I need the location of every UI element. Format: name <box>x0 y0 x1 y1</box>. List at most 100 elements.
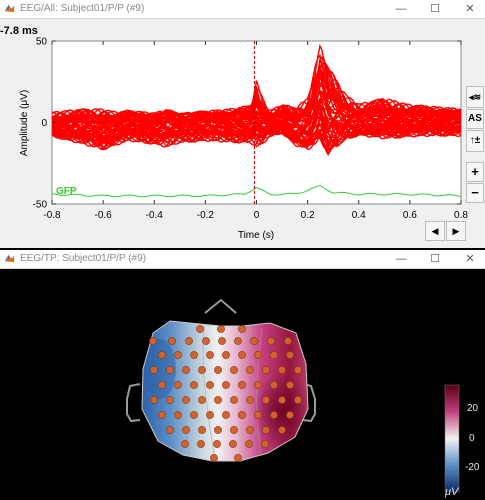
electrode-marker[interactable] <box>149 337 157 345</box>
electrode-marker[interactable] <box>206 351 214 359</box>
electrode-marker[interactable] <box>196 325 204 333</box>
electrode-marker[interactable] <box>294 366 302 374</box>
electrode-marker[interactable] <box>174 351 182 359</box>
electrode-marker[interactable] <box>262 366 270 374</box>
electrode-marker[interactable] <box>182 396 190 404</box>
electrode-marker[interactable] <box>222 381 230 389</box>
electrode-marker[interactable] <box>270 351 278 359</box>
electrode-marker[interactable] <box>250 337 258 345</box>
electrode-marker[interactable] <box>262 396 270 404</box>
electrode-marker[interactable] <box>190 411 198 419</box>
previous-time-button[interactable]: ◀ <box>425 221 445 241</box>
electrode-marker[interactable] <box>230 426 238 434</box>
electrode-marker[interactable] <box>286 411 294 419</box>
electrode-marker[interactable] <box>229 440 237 448</box>
electrode-marker[interactable] <box>222 411 230 419</box>
electrode-marker[interactable] <box>150 396 158 404</box>
electrode-marker[interactable] <box>190 351 198 359</box>
electrode-marker[interactable] <box>190 381 198 389</box>
electrode-marker[interactable] <box>210 454 218 462</box>
electrode-marker[interactable] <box>166 426 174 434</box>
topo-window-title: EEG/TP: Subject01/P/P (#9) <box>20 253 146 264</box>
electrode-marker[interactable] <box>254 351 262 359</box>
electrode-marker[interactable] <box>246 396 254 404</box>
eeg-plot[interactable]: -0.8 -0.6 -0.4 -0.2 0 0.2 0.4 0.6 0.8500-50 GFP … <box>0 0 485 248</box>
electrode-marker[interactable] <box>254 381 262 389</box>
electrode-marker[interactable] <box>185 337 193 345</box>
electrode-marker[interactable] <box>174 411 182 419</box>
electrode-marker[interactable] <box>294 396 302 404</box>
electrode-marker[interactable] <box>286 351 294 359</box>
next-time-button[interactable]: ▶ <box>446 221 466 241</box>
electrode-marker[interactable] <box>278 426 286 434</box>
electrode-marker[interactable] <box>158 351 166 359</box>
zoom-out-button[interactable]: − <box>466 183 484 203</box>
electrode-marker[interactable] <box>230 396 238 404</box>
topography-canvas[interactable]: 20 0 -20 μV <box>0 269 485 500</box>
electrode-marker[interactable] <box>254 411 262 419</box>
electrode-marker[interactable] <box>267 337 275 345</box>
autoscale-button[interactable]: AS <box>466 109 484 129</box>
electrode-marker[interactable] <box>214 396 222 404</box>
electrode-marker[interactable] <box>150 366 158 374</box>
y-axis-label: Amplitude (μV) <box>19 90 30 156</box>
topo-titlebar[interactable]: EEG/TP: Subject01/P/P (#9) — ☐ ✕ <box>0 250 485 269</box>
electrode-marker[interactable] <box>222 351 230 359</box>
electrode-marker[interactable] <box>217 325 225 333</box>
close-button[interactable]: ✕ <box>455 250 485 268</box>
electrode-marker[interactable] <box>246 426 254 434</box>
electrode-marker[interactable] <box>206 411 214 419</box>
electrode-marker[interactable] <box>174 381 182 389</box>
electrode-marker[interactable] <box>213 440 221 448</box>
electrode-marker[interactable] <box>246 366 254 374</box>
electrode-marker[interactable] <box>270 381 278 389</box>
electrode-marker[interactable] <box>278 366 286 374</box>
electrode-marker[interactable] <box>262 426 270 434</box>
display-mode-button[interactable]: ◂≋ <box>466 86 484 108</box>
electrode-marker[interactable] <box>238 381 246 389</box>
left-ear <box>126 383 141 423</box>
electrode-marker[interactable] <box>245 440 253 448</box>
electrode-marker[interactable] <box>278 396 286 404</box>
colorbar <box>444 384 460 493</box>
x-tick-label: -0.2 <box>197 210 215 221</box>
colorbar-unit: μV <box>444 486 460 498</box>
eeg-window: EEG/All: Subject01/P/P (#9) — ☐ ✕ -7.8 m… <box>0 0 485 248</box>
electrode-marker[interactable] <box>182 426 190 434</box>
zoom-in-button[interactable]: + <box>466 162 484 182</box>
electrode-marker[interactable] <box>158 381 166 389</box>
electrode-marker[interactable] <box>234 454 242 462</box>
electrode-marker[interactable] <box>197 440 205 448</box>
scale-toggle-button[interactable]: ↑± <box>466 130 484 152</box>
electrode-marker[interactable] <box>238 325 246 333</box>
electrode-marker[interactable] <box>238 351 246 359</box>
electrode-marker[interactable] <box>158 411 166 419</box>
gfp-label: GFP <box>56 186 77 197</box>
nose-marker <box>204 298 237 314</box>
electrode-marker[interactable] <box>198 396 206 404</box>
electrode-marker[interactable] <box>286 381 294 389</box>
electrode-marker[interactable] <box>181 440 189 448</box>
electrode-marker[interactable] <box>284 337 292 345</box>
electrode-marker[interactable] <box>270 411 278 419</box>
colorbar-tick-20: 20 <box>467 403 479 414</box>
electrode-marker[interactable] <box>234 337 242 345</box>
electrode-marker[interactable] <box>166 396 174 404</box>
minimize-button[interactable]: — <box>386 250 416 268</box>
electrode-marker[interactable] <box>218 337 226 345</box>
electrode-marker[interactable] <box>166 366 174 374</box>
colorbar-tick-0: 0 <box>469 433 475 444</box>
electrode-marker[interactable] <box>198 366 206 374</box>
electrode-marker[interactable] <box>182 366 190 374</box>
electrode-marker[interactable] <box>206 381 214 389</box>
electrode-marker[interactable] <box>238 411 246 419</box>
maximize-button[interactable]: ☐ <box>420 250 450 268</box>
x-tick-label: -0.4 <box>146 210 164 221</box>
electrode-marker[interactable] <box>214 366 222 374</box>
electrode-marker[interactable] <box>214 426 222 434</box>
electrode-marker[interactable] <box>168 337 176 345</box>
electrode-marker[interactable] <box>230 366 238 374</box>
electrode-marker[interactable] <box>198 426 206 434</box>
electrode-marker[interactable] <box>261 440 269 448</box>
electrode-marker[interactable] <box>202 337 210 345</box>
